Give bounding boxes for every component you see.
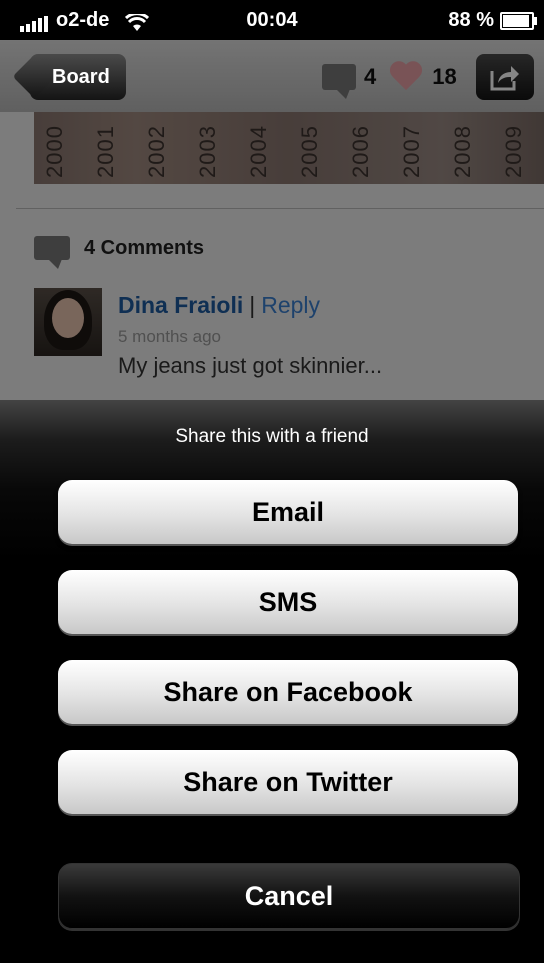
action-sheet-title: Share this with a friend: [175, 426, 369, 447]
screen: o2-de 00:04 88 % Board 4 18 2000 2001 20…: [0, 0, 544, 963]
action-sheet: Share this with a friend Email SMS Share…: [0, 400, 544, 963]
cancel-button[interactable]: Cancel: [58, 863, 520, 929]
facebook-share-button[interactable]: Share on Facebook: [58, 660, 518, 724]
email-button[interactable]: Email: [58, 480, 518, 544]
battery-group: 88 %: [448, 9, 537, 32]
sms-button[interactable]: SMS: [58, 570, 518, 634]
status-bar: o2-de 00:04 88 %: [0, 0, 544, 40]
twitter-share-button[interactable]: Share on Twitter: [58, 750, 518, 814]
battery-percent: 88 %: [448, 9, 494, 31]
back-button[interactable]: Board: [30, 54, 126, 100]
battery-icon: [500, 11, 537, 30]
